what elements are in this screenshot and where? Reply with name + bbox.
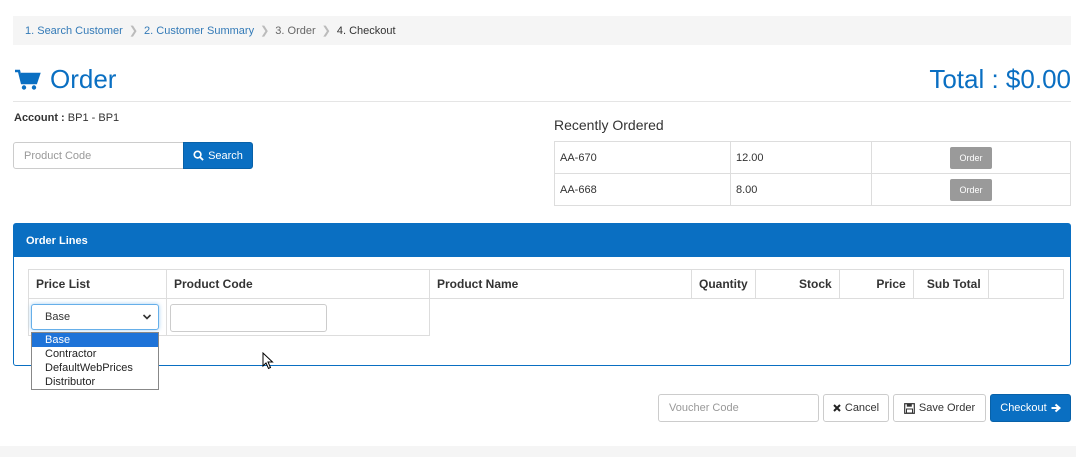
page-title-text: Order — [50, 64, 117, 94]
price-list-option[interactable]: Contractor — [32, 347, 158, 361]
close-icon — [833, 404, 841, 412]
price-list-selected-value: Base — [45, 311, 71, 323]
recently-ordered-title: Recently Ordered — [554, 117, 664, 133]
breadcrumb-search-customer[interactable]: 1. Search Customer — [25, 25, 123, 37]
checkout-button[interactable]: Checkout — [990, 394, 1071, 422]
breadcrumb-customer-summary[interactable]: 2. Customer Summary — [144, 25, 254, 37]
empty-cell — [430, 299, 1064, 336]
price-list-option[interactable]: Base — [32, 333, 158, 347]
account-value: BP1 - BP1 — [64, 112, 120, 124]
order-total: Total : $0.00 — [929, 64, 1071, 94]
cancel-button[interactable]: Cancel — [823, 394, 889, 422]
breadcrumb-separator-icon: ❯ — [260, 25, 270, 37]
recent-product-code: AA-670 — [554, 141, 731, 174]
account-info: Account : BP1 - BP1 — [14, 112, 119, 124]
product-code-input[interactable] — [170, 304, 327, 332]
search-button-label: Search — [208, 149, 243, 162]
checkout-button-label: Checkout — [1000, 402, 1047, 414]
breadcrumb-checkout: 4. Checkout — [336, 24, 396, 37]
breadcrumb-order: 3. Order — [275, 24, 316, 37]
arrow-right-icon — [1051, 403, 1061, 413]
column-header-quantity: Quantity — [691, 269, 756, 299]
divider — [13, 101, 1071, 102]
breadcrumb-separator-icon: ❯ — [128, 25, 139, 37]
reorder-button[interactable]: Order — [950, 146, 992, 169]
save-icon — [903, 402, 915, 414]
price-list-option[interactable]: DefaultWebPrices — [32, 361, 158, 375]
price-list-option[interactable]: Distributor — [32, 375, 158, 389]
table-header-row: Price List Product Code Product Name Qua… — [28, 269, 1064, 299]
table-row: AA-668 8.00 Order — [554, 173, 1071, 206]
breadcrumb: 1. Search Customer ❯ 2. Customer Summary… — [13, 16, 1071, 45]
price-list-select[interactable]: Base — [31, 304, 159, 330]
price-list-dropdown: Base Contractor DefaultWebPrices Distrib… — [31, 332, 159, 390]
reorder-button[interactable]: Order — [950, 178, 992, 201]
recent-product-code: AA-668 — [554, 173, 731, 206]
mouse-cursor-icon — [262, 352, 274, 370]
page-title: Order — [14, 64, 116, 95]
column-header-sub-total: Sub Total — [912, 269, 989, 299]
table-row: AA-670 12.00 Order — [554, 141, 1071, 174]
column-header-product-code: Product Code — [166, 269, 430, 299]
breadcrumb-separator-icon: ❯ — [321, 25, 331, 37]
column-header-stock: Stock — [754, 269, 840, 299]
chevron-down-icon — [142, 314, 152, 320]
search-icon — [193, 150, 204, 161]
shopping-cart-icon — [15, 69, 41, 90]
column-header-actions — [987, 269, 1064, 299]
footer-bar — [0, 446, 1076, 457]
order-lines-panel: Order Lines Price List Product Code Prod… — [13, 223, 1071, 366]
recent-quantity: 8.00 — [730, 173, 872, 206]
recently-ordered-table: AA-670 12.00 Order AA-668 8.00 Order — [554, 141, 1071, 206]
account-label: Account : — [14, 112, 65, 124]
save-order-button-label: Save Order — [918, 402, 976, 414]
column-header-product-name: Product Name — [429, 269, 692, 299]
cancel-button-label: Cancel — [844, 402, 880, 414]
voucher-code-input[interactable] — [658, 394, 819, 422]
search-button[interactable]: Search — [183, 142, 253, 169]
recent-quantity: 12.00 — [730, 141, 872, 174]
product-code-search-input[interactable] — [13, 142, 184, 169]
order-lines-title: Order Lines — [14, 224, 1070, 257]
column-header-price-list: Price List — [28, 269, 167, 299]
column-header-price: Price — [838, 269, 914, 299]
save-order-button[interactable]: Save Order — [893, 394, 986, 422]
